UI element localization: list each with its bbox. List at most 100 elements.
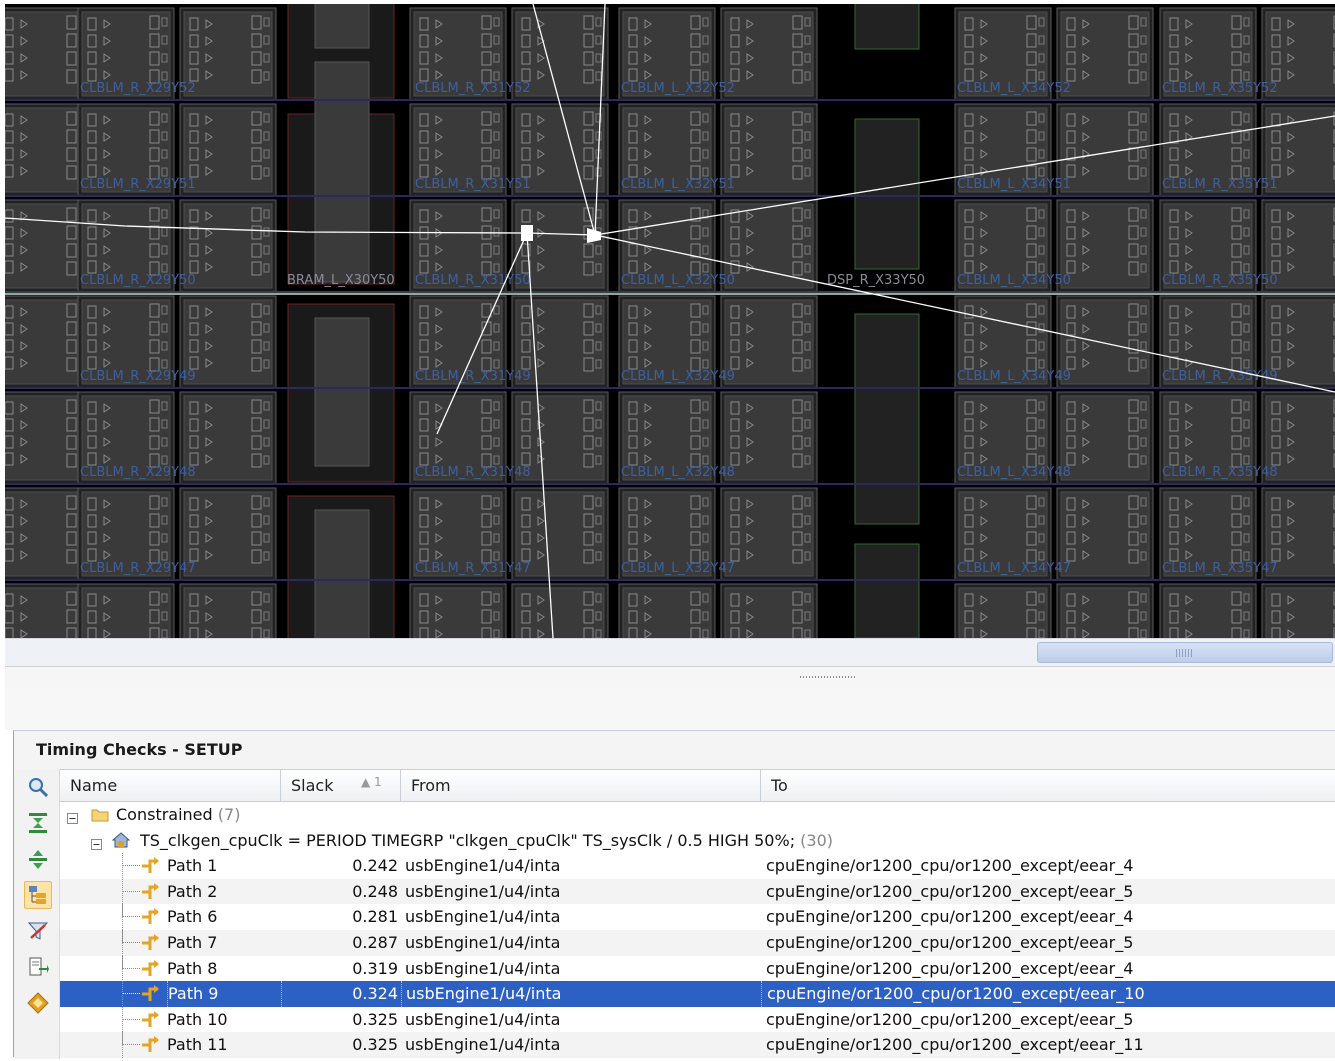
group-label-text: Constrained	[116, 805, 213, 824]
column-header-to[interactable]: To	[761, 770, 1335, 801]
scrollbar-grip	[1176, 649, 1194, 657]
report-icon[interactable]	[24, 989, 52, 1017]
dsp-block	[854, 118, 920, 270]
tile-label: CLBLM_L_X32Y48	[621, 465, 735, 480]
group-count: (7)	[217, 805, 241, 824]
clb-slice	[409, 583, 507, 638]
clear-filter-icon[interactable]	[24, 917, 52, 945]
device-canvas[interactable]: CLBLM_R_X29Y52 CLBLM_R_X31Y52 CLBLM_L_X32Y…	[5, 4, 1335, 638]
clb-slice	[1261, 583, 1335, 638]
table-row[interactable]: Path 2 0.248 usbEngine1/u4/inta cpuEngine/o…	[60, 878, 1335, 905]
path-slack: 0.324	[281, 981, 401, 1007]
path-to: cpuEngine/or1200_cpu/or1200_except/eear_…	[761, 981, 1335, 1007]
sort-ascending-icon: ▲ 1	[361, 775, 382, 789]
group-by-constraint-icon[interactable]	[24, 881, 52, 909]
path-to: cpuEngine/or1200_cpu/or1200_except/eear_…	[766, 958, 1134, 978]
table-row[interactable]: Path 6 0.281 usbEngine1/u4/inta cpuEngine/o…	[60, 904, 1335, 930]
tile-label: CLBLM_R_X31Y48	[415, 465, 531, 480]
path-slack: 0.281	[352, 907, 398, 927]
table-row[interactable]: Path 8 0.319 usbEngine1/u4/inta cpuEngine/o…	[60, 955, 1335, 982]
tile-label: CLBLM_L_X32Y52	[621, 81, 735, 96]
tile-label: CLBLM_R_X35Y47	[1162, 561, 1278, 576]
path-name: Path 6	[167, 907, 218, 927]
panel-toolbar	[14, 769, 60, 1059]
clb-slice	[720, 583, 818, 638]
clb-slice	[720, 391, 818, 485]
path-name: Path 1	[167, 856, 218, 876]
path-to: cpuEngine/or1200_cpu/or1200_except/eear_…	[766, 856, 1134, 876]
column-header-slack[interactable]: Slack ▲ 1	[281, 770, 401, 801]
constraint-label: TS_clkgen_cpuClk = PERIOD TIMEGRP "clkge…	[140, 828, 1330, 854]
search-icon[interactable]	[24, 773, 52, 801]
tile-label: CLBLM_R_X29Y49	[80, 369, 196, 384]
expand-all-icon[interactable]	[24, 809, 52, 837]
path-from: usbEngine1/u4/inta	[405, 881, 561, 901]
clb-slice	[720, 487, 818, 581]
tree-group-row[interactable]: Constrained (7)	[60, 802, 1335, 828]
tile-label: CLBLM_R_X29Y50	[80, 273, 196, 288]
clb-slice	[1056, 487, 1154, 581]
path-slack: 0.287	[352, 933, 398, 952]
path-slack: 0.248	[352, 881, 398, 901]
collapse-all-icon[interactable]	[24, 845, 52, 873]
pane-splitter[interactable]	[5, 666, 1335, 688]
tile-label: CLBLM_R_X35Y48	[1162, 465, 1278, 480]
tile-label: CLBLM_L_X34Y49	[957, 369, 1071, 384]
clb-slice	[511, 583, 609, 638]
column-header-from[interactable]: From	[401, 770, 761, 801]
bram-core	[314, 317, 370, 467]
dsp-block	[854, 543, 920, 638]
table-header: Name Slack ▲ 1 From To	[60, 769, 1335, 802]
clb-slice	[720, 7, 818, 101]
path-slack: 0.325	[352, 1009, 398, 1029]
constraint-count: (30)	[800, 830, 834, 850]
table-row-selected[interactable]: Path 9 0.324 usbEngine1/u4/inta cpuEngine/o…	[60, 981, 1335, 1007]
clb-slice	[1056, 295, 1154, 389]
export-icon[interactable]	[24, 953, 52, 981]
clb-slice	[1056, 103, 1154, 197]
clb-slice	[1056, 199, 1154, 293]
path-slack: 0.325	[352, 1035, 398, 1055]
tree-connector	[122, 955, 140, 969]
tree-connector	[122, 981, 140, 995]
scrollbar-thumb[interactable]	[1037, 642, 1333, 663]
bram-core	[314, 61, 370, 283]
device-view[interactable]: CLBLM_R_X29Y52 CLBLM_R_X31Y52 CLBLM_L_X32Y…	[5, 4, 1335, 638]
tile-label: CLBLM_L_X34Y51	[957, 177, 1071, 192]
clb-slice	[954, 583, 1052, 638]
table-row[interactable]: Path 7 0.287 usbEngine1/u4/inta cpuEngine/o…	[60, 930, 1335, 956]
path-from: usbEngine1/u4/inta	[405, 907, 561, 927]
tile-label: CLBLM_R_X35Y52	[1162, 81, 1278, 96]
path-name: Path 2	[167, 881, 218, 901]
device-view-horizontal-scrollbar[interactable]	[5, 638, 1335, 666]
clb-slice	[720, 103, 818, 197]
path-slack: 0.242	[352, 856, 398, 876]
tile-label: CLBLM_R_X35Y51	[1162, 177, 1278, 192]
table-row[interactable]: Path 1 0.242 usbEngine1/u4/inta cpuEngine/o…	[60, 853, 1335, 879]
bram-label: BRAM_L_X30Y50	[287, 273, 395, 288]
clb-slice	[77, 583, 175, 638]
path-name: Path 9	[167, 981, 281, 1007]
path-name: Path 7	[167, 933, 218, 952]
clb-slice	[618, 583, 716, 638]
table-row[interactable]: Path 11 0.325 usbEngine1/u4/inta cpuEngine/…	[60, 1032, 1335, 1058]
tile-label: CLBLM_L_X32Y51	[621, 177, 735, 192]
table-row[interactable]: Path 10 0.325 usbEngine1/u4/inta cpuEngine/…	[60, 1006, 1335, 1033]
tile-label: CLBLM_L_X32Y49	[621, 369, 735, 384]
clb-slice	[1056, 391, 1154, 485]
path-to: cpuEngine/or1200_cpu/or1200_except/eear_…	[766, 933, 1134, 952]
path-from: usbEngine1/u4/inta	[405, 933, 561, 952]
path-name: Path 10	[167, 1009, 228, 1029]
column-header-name[interactable]: Name	[60, 770, 281, 801]
clb-slice	[720, 295, 818, 389]
dsp-label: DSP_R_X33Y50	[827, 273, 925, 288]
tile-label: CLBLM_L_X32Y50	[621, 273, 735, 288]
timing-table: Name Slack ▲ 1 From To Constrained (7) TS…	[60, 769, 1335, 1059]
tile-label: CLBLM_R_X29Y51	[80, 177, 196, 192]
panel-title: Timing Checks - SETUP	[14, 731, 1335, 769]
path-from: usbEngine1/u4/inta	[405, 1035, 561, 1055]
tile-label: CLBLM_R_X31Y52	[415, 81, 531, 96]
tree-constraint-row[interactable]: TS_clkgen_cpuClk = PERIOD TIMEGRP "clkge…	[60, 828, 1335, 854]
dsp-block	[854, 4, 920, 50]
tile-label: CLBLM_R_X31Y49	[415, 369, 531, 384]
